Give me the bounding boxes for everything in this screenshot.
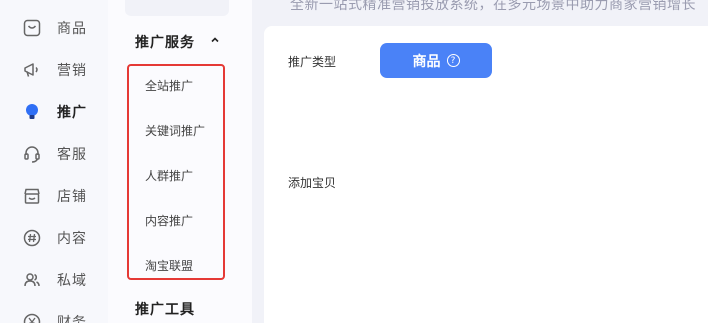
group-title-promotion-tools[interactable]: 推广工具: [135, 299, 195, 319]
group-title-promotion-services[interactable]: 推广服务: [135, 32, 195, 52]
main-content: 全新一站式精准营销投放系统，在多元场景中助力商家营销增长 推广类型 商品 ? 添…: [252, 0, 708, 323]
lightbulb-icon: [22, 102, 42, 122]
nav-item-promotion[interactable]: 推广: [0, 98, 108, 126]
chevron-up-icon[interactable]: [209, 34, 221, 46]
nav-label: 商品: [57, 21, 87, 37]
nav-label: 店铺: [57, 189, 87, 205]
nav-item-private[interactable]: 私域: [0, 266, 108, 294]
secondary-menu: 推广服务 全站推广 关键词推广 人群推广 内容推广 淘宝联盟 推广工具: [108, 0, 252, 323]
nav-item-shop[interactable]: 店铺: [0, 182, 108, 210]
yen-icon: [22, 312, 42, 323]
nav-label: 营销: [57, 63, 87, 79]
submenu-item-taobao-union[interactable]: 淘宝联盟: [145, 257, 193, 274]
banner-text: 全新一站式精准营销投放系统，在多元场景中助力商家营销增长: [290, 0, 696, 13]
nav-label: 内容: [57, 231, 87, 247]
nav-item-finance[interactable]: 财务: [0, 308, 108, 323]
form-card: 推广类型 商品 ? 添加宝贝: [264, 26, 708, 323]
headset-icon: [22, 144, 42, 164]
users-icon: [22, 270, 42, 290]
promo-type-product-button[interactable]: 商品 ?: [380, 43, 492, 78]
submenu-item-keyword[interactable]: 关键词推广: [145, 122, 205, 139]
nav-item-product[interactable]: 商品: [0, 14, 108, 42]
nav-label: 私域: [57, 273, 87, 289]
primary-nav: 商品 营销 推广 客服 店铺 内容 私域 财务: [0, 0, 108, 323]
hash-icon: [22, 228, 42, 248]
submenu-item-audience[interactable]: 人群推广: [145, 167, 193, 184]
nav-label: 财务: [57, 315, 87, 323]
menu-item-stub[interactable]: [125, 0, 229, 16]
promo-type-label: 推广类型: [288, 55, 337, 69]
submenu-item-full-site[interactable]: 全站推广: [145, 77, 193, 94]
megaphone-icon: [22, 60, 42, 80]
product-icon: [22, 18, 42, 38]
help-icon[interactable]: ?: [446, 54, 460, 67]
submenu-item-content[interactable]: 内容推广: [145, 212, 193, 229]
shop-icon: [22, 186, 42, 206]
nav-item-marketing[interactable]: 营销: [0, 56, 108, 84]
nav-item-content[interactable]: 内容: [0, 224, 108, 252]
add-item-label: 添加宝贝: [288, 176, 337, 190]
nav-item-service[interactable]: 客服: [0, 140, 108, 168]
nav-label: 客服: [57, 147, 87, 163]
nav-label: 推广: [57, 105, 87, 121]
promo-type-button-label: 商品: [412, 53, 441, 70]
